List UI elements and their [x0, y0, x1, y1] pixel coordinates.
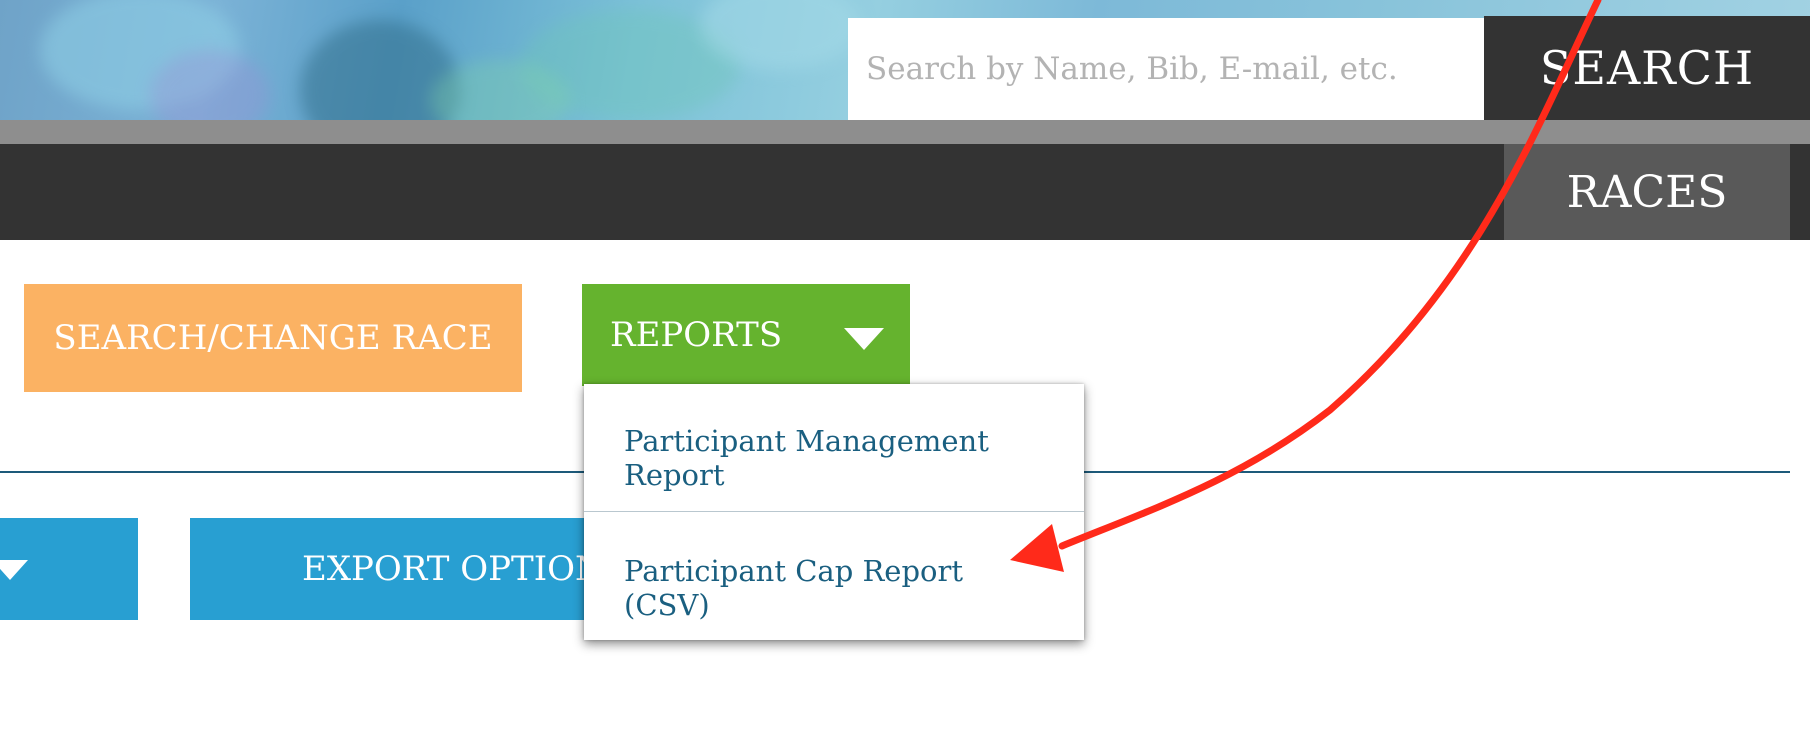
- reports-dropdown-button[interactable]: REPORTS: [582, 284, 910, 386]
- caret-down-icon: [844, 328, 884, 350]
- nav-tab-races[interactable]: RACES: [1504, 144, 1790, 240]
- reports-dropdown-menu: Participant Management Report Participan…: [584, 384, 1084, 640]
- menu-item-participant-cap-report[interactable]: Participant Cap Report (CSV): [584, 554, 1084, 622]
- change-race-button[interactable]: SEARCH/CHANGE RACE: [24, 284, 522, 392]
- header-divider-strip: [0, 120, 1810, 144]
- search-button-label: SEARCH: [1539, 41, 1755, 95]
- options-dropdown-button[interactable]: [0, 518, 138, 620]
- menu-item-label: Participant Management Report: [624, 424, 989, 492]
- page: SEARCH RACES SEARCH/CHANGE RACE REPORTS …: [0, 0, 1810, 746]
- reports-button-label: REPORTS: [610, 315, 783, 355]
- change-race-button-label: SEARCH/CHANGE RACE: [53, 318, 493, 358]
- caret-down-icon: [0, 560, 28, 580]
- menu-separator: [584, 511, 1084, 512]
- export-options-button[interactable]: EXPORT OPTIONS: [190, 518, 610, 620]
- menu-item-participant-management-report[interactable]: Participant Management Report: [584, 424, 1084, 492]
- export-options-button-label: EXPORT OPTIONS: [302, 549, 610, 589]
- search-input[interactable]: [848, 18, 1484, 120]
- search-button[interactable]: SEARCH: [1484, 16, 1810, 120]
- menu-item-label: Participant Cap Report (CSV): [624, 554, 964, 622]
- nav-tab-races-label: RACES: [1566, 166, 1728, 218]
